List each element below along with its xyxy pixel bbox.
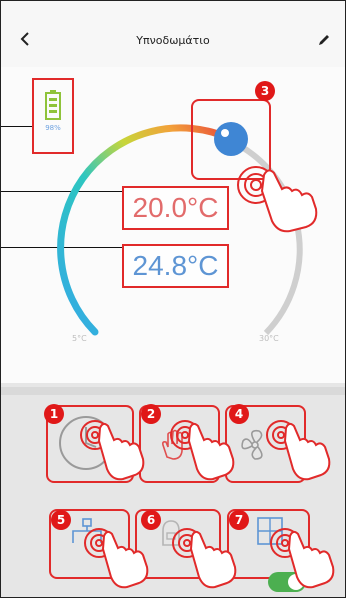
tap-hand-icon <box>172 528 237 589</box>
tap-hand-icon <box>170 420 235 481</box>
setpoint-temperature: 20.0°C <box>122 186 229 230</box>
tap-hand-icon <box>84 528 149 589</box>
tap-hand-icon <box>80 420 145 481</box>
current-temperature: 24.8°C <box>122 244 229 288</box>
min-temp-label: 5°C <box>72 334 87 343</box>
badge-1: 1 <box>44 404 64 424</box>
tap-hand-icon <box>237 166 318 233</box>
max-temp-label: 30°C <box>259 334 279 343</box>
tap-hand-icon <box>270 528 335 589</box>
app-screen: Υπνοδωμάτιο 98% 3 20.0°C 24.8°C 5°C 30°C… <box>0 0 346 598</box>
badge-5: 5 <box>51 510 71 530</box>
panel-divider <box>1 387 345 395</box>
tap-hand-icon <box>266 420 331 481</box>
badge-3: 3 <box>255 81 275 101</box>
